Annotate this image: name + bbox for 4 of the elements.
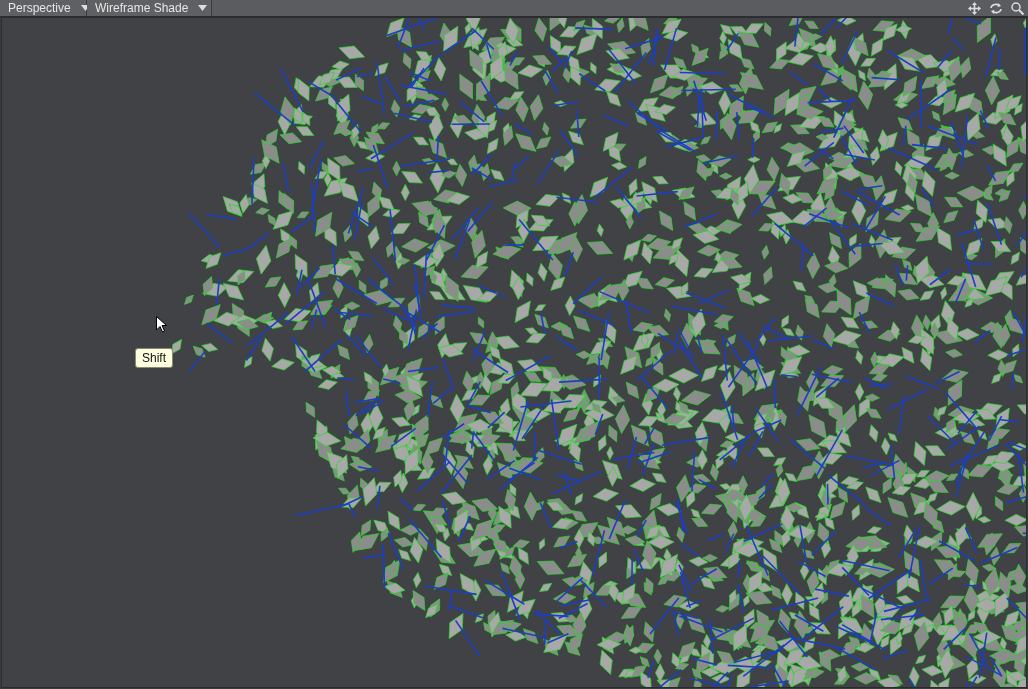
tooltip: Shift — [135, 348, 173, 368]
viewport[interactable]: Shift — [1, 17, 1027, 688]
shading-dropdown[interactable]: Wireframe Shade — [87, 0, 213, 16]
view-dropdown[interactable]: Perspective — [0, 0, 87, 16]
